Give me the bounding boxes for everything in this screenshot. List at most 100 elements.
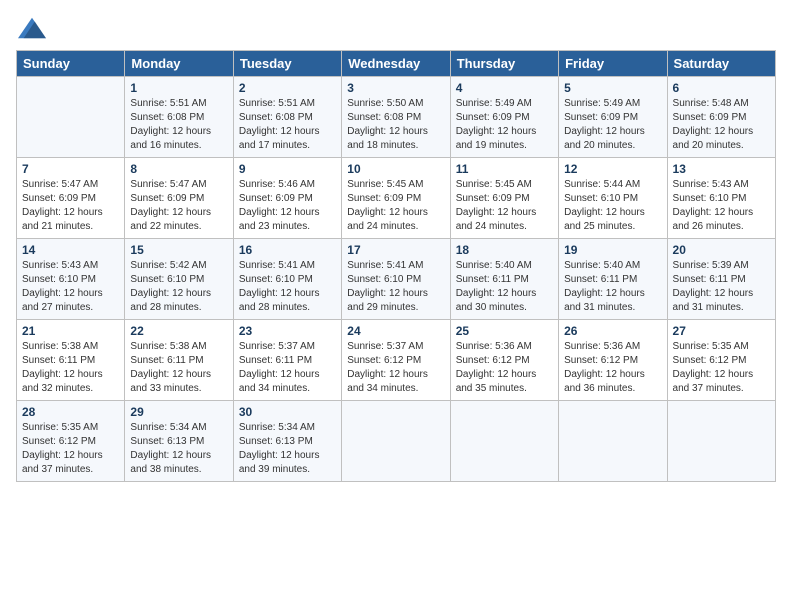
calendar-cell: 20 Sunrise: 5:39 AMSunset: 6:11 PMDayligh… [667, 239, 775, 320]
day-info: Sunrise: 5:51 AMSunset: 6:08 PMDaylight:… [130, 97, 227, 153]
day-number: 12 [564, 162, 661, 176]
calendar-week-row: 14 Sunrise: 5:43 AMSunset: 6:10 PMDayligh… [17, 239, 776, 320]
day-number: 3 [347, 81, 444, 95]
calendar-cell: 18 Sunrise: 5:40 AMSunset: 6:11 PMDayligh… [450, 239, 558, 320]
day-number: 18 [456, 243, 553, 257]
day-info: Sunrise: 5:40 AMSunset: 6:11 PMDaylight:… [456, 259, 553, 315]
day-number: 20 [673, 243, 770, 257]
calendar-table: SundayMondayTuesdayWednesdayThursdayFrid… [16, 50, 776, 482]
day-info: Sunrise: 5:36 AMSunset: 6:12 PMDaylight:… [564, 340, 661, 396]
page-header [16, 10, 776, 42]
day-number: 22 [130, 324, 227, 338]
day-info: Sunrise: 5:48 AMSunset: 6:09 PMDaylight:… [673, 97, 770, 153]
day-info: Sunrise: 5:37 AMSunset: 6:11 PMDaylight:… [239, 340, 336, 396]
day-number: 8 [130, 162, 227, 176]
day-info: Sunrise: 5:49 AMSunset: 6:09 PMDaylight:… [564, 97, 661, 153]
calendar-cell: 7 Sunrise: 5:47 AMSunset: 6:09 PMDaylight… [17, 158, 125, 239]
logo [16, 14, 46, 42]
calendar-cell [342, 401, 450, 482]
day-info: Sunrise: 5:36 AMSunset: 6:12 PMDaylight:… [456, 340, 553, 396]
calendar-header-row: SundayMondayTuesdayWednesdayThursdayFrid… [17, 51, 776, 77]
day-number: 14 [22, 243, 119, 257]
calendar-cell [450, 401, 558, 482]
day-info: Sunrise: 5:38 AMSunset: 6:11 PMDaylight:… [22, 340, 119, 396]
calendar-cell: 21 Sunrise: 5:38 AMSunset: 6:11 PMDayligh… [17, 320, 125, 401]
day-info: Sunrise: 5:45 AMSunset: 6:09 PMDaylight:… [456, 178, 553, 234]
calendar-cell: 3 Sunrise: 5:50 AMSunset: 6:08 PMDaylight… [342, 77, 450, 158]
day-number: 19 [564, 243, 661, 257]
day-info: Sunrise: 5:51 AMSunset: 6:08 PMDaylight:… [239, 97, 336, 153]
calendar-cell: 13Sunrise: 5:43 AMSunset: 6:10 PMDayligh… [667, 158, 775, 239]
day-number: 13 [673, 162, 770, 176]
day-number: 9 [239, 162, 336, 176]
day-info: Sunrise: 5:41 AMSunset: 6:10 PMDaylight:… [347, 259, 444, 315]
day-info: Sunrise: 5:46 AMSunset: 6:09 PMDaylight:… [239, 178, 336, 234]
weekday-header-friday: Friday [559, 51, 667, 77]
day-number: 21 [22, 324, 119, 338]
day-info: Sunrise: 5:44 AMSunset: 6:10 PMDaylight:… [564, 178, 661, 234]
day-info: Sunrise: 5:34 AMSunset: 6:13 PMDaylight:… [239, 421, 336, 477]
calendar-cell: 22 Sunrise: 5:38 AMSunset: 6:11 PMDayligh… [125, 320, 233, 401]
calendar-week-row: 21 Sunrise: 5:38 AMSunset: 6:11 PMDayligh… [17, 320, 776, 401]
day-info: Sunrise: 5:38 AMSunset: 6:11 PMDaylight:… [130, 340, 227, 396]
day-number: 25 [456, 324, 553, 338]
calendar-cell: 6Sunrise: 5:48 AMSunset: 6:09 PMDaylight… [667, 77, 775, 158]
day-number: 23 [239, 324, 336, 338]
day-number: 27 [673, 324, 770, 338]
day-info: Sunrise: 5:39 AMSunset: 6:11 PMDaylight:… [673, 259, 770, 315]
day-number: 26 [564, 324, 661, 338]
day-number: 15 [130, 243, 227, 257]
weekday-header-tuesday: Tuesday [233, 51, 341, 77]
logo-text [16, 14, 46, 42]
calendar-cell: 9 Sunrise: 5:46 AMSunset: 6:09 PMDaylight… [233, 158, 341, 239]
calendar-cell [667, 401, 775, 482]
calendar-cell: 11Sunrise: 5:45 AMSunset: 6:09 PMDayligh… [450, 158, 558, 239]
day-info: Sunrise: 5:45 AMSunset: 6:09 PMDaylight:… [347, 178, 444, 234]
day-number: 16 [239, 243, 336, 257]
day-info: Sunrise: 5:49 AMSunset: 6:09 PMDaylight:… [456, 97, 553, 153]
weekday-header-sunday: Sunday [17, 51, 125, 77]
calendar-cell: 2Sunrise: 5:51 AMSunset: 6:08 PMDaylight… [233, 77, 341, 158]
calendar-cell: 25 Sunrise: 5:36 AMSunset: 6:12 PMDayligh… [450, 320, 558, 401]
day-info: Sunrise: 5:47 AMSunset: 6:09 PMDaylight:… [22, 178, 119, 234]
calendar-cell: 16 Sunrise: 5:41 AMSunset: 6:10 PMDayligh… [233, 239, 341, 320]
calendar-week-row: 28 Sunrise: 5:35 AMSunset: 6:12 PMDayligh… [17, 401, 776, 482]
weekday-header-wednesday: Wednesday [342, 51, 450, 77]
weekday-header-monday: Monday [125, 51, 233, 77]
day-number: 29 [130, 405, 227, 419]
calendar-cell: 24 Sunrise: 5:37 AMSunset: 6:12 PMDayligh… [342, 320, 450, 401]
day-number: 24 [347, 324, 444, 338]
calendar-week-row: 1Sunrise: 5:51 AMSunset: 6:08 PMDaylight… [17, 77, 776, 158]
weekday-header-thursday: Thursday [450, 51, 558, 77]
calendar-cell: 1Sunrise: 5:51 AMSunset: 6:08 PMDaylight… [125, 77, 233, 158]
day-number: 17 [347, 243, 444, 257]
calendar-cell: 29 Sunrise: 5:34 AMSunset: 6:13 PMDayligh… [125, 401, 233, 482]
calendar-cell: 12 Sunrise: 5:44 AMSunset: 6:10 PMDayligh… [559, 158, 667, 239]
day-info: Sunrise: 5:40 AMSunset: 6:11 PMDaylight:… [564, 259, 661, 315]
day-info: Sunrise: 5:50 AMSunset: 6:08 PMDaylight:… [347, 97, 444, 153]
day-info: Sunrise: 5:34 AMSunset: 6:13 PMDaylight:… [130, 421, 227, 477]
calendar-cell: 23 Sunrise: 5:37 AMSunset: 6:11 PMDayligh… [233, 320, 341, 401]
calendar-cell: 14 Sunrise: 5:43 AMSunset: 6:10 PMDayligh… [17, 239, 125, 320]
calendar-cell [559, 401, 667, 482]
day-number: 7 [22, 162, 119, 176]
calendar-week-row: 7 Sunrise: 5:47 AMSunset: 6:09 PMDaylight… [17, 158, 776, 239]
calendar-cell: 30Sunrise: 5:34 AMSunset: 6:13 PMDayligh… [233, 401, 341, 482]
day-number: 28 [22, 405, 119, 419]
weekday-header-saturday: Saturday [667, 51, 775, 77]
calendar-cell: 4 Sunrise: 5:49 AMSunset: 6:09 PMDaylight… [450, 77, 558, 158]
day-info: Sunrise: 5:35 AMSunset: 6:12 PMDaylight:… [673, 340, 770, 396]
calendar-cell: 19 Sunrise: 5:40 AMSunset: 6:11 PMDayligh… [559, 239, 667, 320]
calendar-cell: 28 Sunrise: 5:35 AMSunset: 6:12 PMDayligh… [17, 401, 125, 482]
day-info: Sunrise: 5:42 AMSunset: 6:10 PMDaylight:… [130, 259, 227, 315]
calendar-cell [17, 77, 125, 158]
day-number: 10 [347, 162, 444, 176]
day-info: Sunrise: 5:35 AMSunset: 6:12 PMDaylight:… [22, 421, 119, 477]
day-info: Sunrise: 5:37 AMSunset: 6:12 PMDaylight:… [347, 340, 444, 396]
day-info: Sunrise: 5:43 AMSunset: 6:10 PMDaylight:… [22, 259, 119, 315]
day-number: 4 [456, 81, 553, 95]
day-info: Sunrise: 5:47 AMSunset: 6:09 PMDaylight:… [130, 178, 227, 234]
calendar-cell: 15 Sunrise: 5:42 AMSunset: 6:10 PMDayligh… [125, 239, 233, 320]
calendar-cell: 27 Sunrise: 5:35 AMSunset: 6:12 PMDayligh… [667, 320, 775, 401]
day-info: Sunrise: 5:41 AMSunset: 6:10 PMDaylight:… [239, 259, 336, 315]
